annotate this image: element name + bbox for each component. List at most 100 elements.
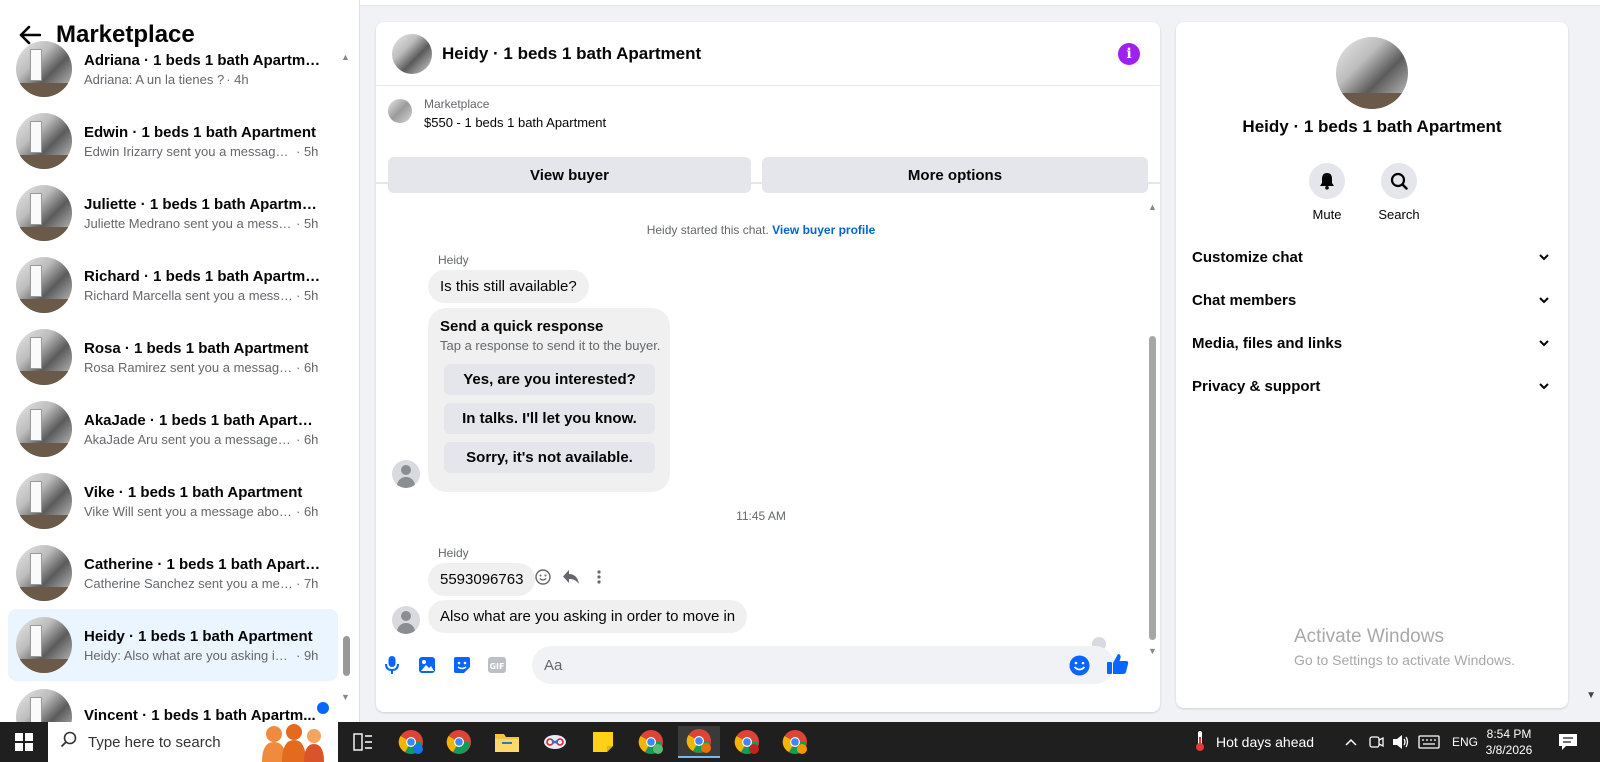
conversation-name: Rosa · 1 beds 1 bath Apartment <box>84 339 309 357</box>
sender-name: Heidy <box>438 546 469 560</box>
language-indicator[interactable]: ENG <box>1452 722 1478 762</box>
conversation-snippet: AkaJade Aru sent you a message a... <box>84 431 294 447</box>
gif-icon[interactable]: GIF <box>486 654 508 676</box>
scroll-down-icon[interactable]: ▼ <box>341 692 350 702</box>
details-avatar[interactable] <box>1336 37 1408 109</box>
sticky-notes-icon[interactable] <box>582 726 624 758</box>
conversation-item[interactable]: AkaJade · 1 beds 1 bath Apartme... AkaJa… <box>8 393 338 465</box>
keyboard-icon[interactable] <box>1418 722 1440 762</box>
scrollbar-thumb[interactable] <box>1149 336 1156 640</box>
buyer-avatar[interactable] <box>392 460 420 488</box>
row-label: Chat members <box>1192 291 1297 309</box>
scroll-up-icon[interactable]: ▲ <box>341 52 350 62</box>
conversation-time: · 5h <box>296 215 319 231</box>
listing-thumbnail[interactable] <box>388 99 412 123</box>
search-icon <box>60 731 78 754</box>
notification-center-icon[interactable] <box>1558 722 1578 762</box>
chat-started-notice: Heidy started this chat. View buyer prof… <box>376 223 1146 237</box>
chrome-profile-5-icon[interactable] <box>774 726 816 758</box>
privacy-support-row[interactable]: Privacy & support <box>1192 366 1552 406</box>
thermometer-icon <box>1194 730 1206 755</box>
task-view-icon[interactable] <box>342 726 384 758</box>
windows-start-icon[interactable] <box>0 722 48 762</box>
photo-icon[interactable] <box>416 654 438 676</box>
customize-chat-row[interactable]: Customize chat <box>1192 237 1552 277</box>
row-label: Customize chat <box>1192 248 1303 266</box>
chrome-profile-2-icon[interactable] <box>630 726 672 758</box>
message-input[interactable] <box>532 646 1114 684</box>
message-bubble[interactable]: Also what are you asking in order to mov… <box>428 600 748 633</box>
chat-started-text: Heidy started this chat. <box>646 223 769 237</box>
chat-avatar[interactable] <box>392 33 432 74</box>
conversation-snippet: Juliette Medrano sent you a messa... <box>84 215 294 231</box>
conversation-time: · 9h <box>296 647 319 663</box>
conversation-item[interactable]: Adriana · 1 beds 1 bath Apartment Adrian… <box>8 39 338 99</box>
chrome-profile-1-icon[interactable] <box>390 726 432 758</box>
quick-response-talks-button[interactable]: In talks. I'll let you know. <box>444 403 655 434</box>
message-actions <box>534 568 608 586</box>
chrome-profile-3-icon[interactable] <box>678 726 720 758</box>
buyer-avatar[interactable] <box>392 606 420 634</box>
sticker-icon[interactable] <box>451 654 473 676</box>
conversation-snippet: Heidy: Also what are you asking in ... <box>84 647 294 663</box>
listing-price-title[interactable]: $550 - 1 beds 1 bath Apartment <box>424 115 606 130</box>
bell-icon[interactable] <box>1309 163 1345 199</box>
conversation-item[interactable]: Richard · 1 beds 1 bath Apartment Richar… <box>8 249 338 321</box>
thumbs-up-icon[interactable] <box>1106 652 1130 676</box>
conversation-item[interactable]: Vike · 1 beds 1 bath Apartment Vike Will… <box>8 465 338 537</box>
conversation-name: Catherine · 1 beds 1 bath Apartm... <box>84 555 322 573</box>
chrome-profile-4-icon[interactable] <box>726 726 768 758</box>
system-clock[interactable]: 8:54 PM 3/8/2026 <box>1478 726 1540 758</box>
chrome-icon[interactable] <box>438 726 480 758</box>
chat-title[interactable]: Heidy · 1 beds 1 bath Apartment <box>442 44 701 64</box>
conversation-item[interactable]: Catherine · 1 beds 1 bath Apartm... Cath… <box>8 537 338 609</box>
sidebar-scrollbar[interactable]: ▲ ▼ <box>341 52 351 702</box>
react-icon[interactable] <box>534 568 552 586</box>
meet-now-icon[interactable] <box>1368 722 1384 762</box>
conversation-name: Juliette · 1 beds 1 bath Apartment <box>84 195 322 213</box>
snipping-tool-icon[interactable] <box>534 726 576 758</box>
quick-response-unavailable-button[interactable]: Sorry, it's not available. <box>444 442 655 473</box>
microphone-icon[interactable] <box>381 654 403 676</box>
chat-panel: Heidy · 1 beds 1 bath Apartment i Market… <box>376 22 1160 712</box>
page-scroll-down-icon[interactable]: ▼ <box>1586 690 1596 701</box>
scrollbar-thumb[interactable] <box>343 636 350 676</box>
message-thread: Heidy started this chat. View buyer prof… <box>376 186 1160 666</box>
watermark-line-2: Go to Settings to activate Windows. <box>1294 652 1515 668</box>
listing-avatar <box>16 545 72 601</box>
reply-icon[interactable] <box>562 568 580 586</box>
scroll-up-icon[interactable]: ▲ <box>1148 202 1157 212</box>
marketplace-label: Marketplace <box>424 97 490 111</box>
clock-date: 3/8/2026 <box>1485 743 1533 757</box>
search-highlight-illustration-icon <box>256 724 336 762</box>
file-explorer-icon[interactable] <box>486 726 528 758</box>
conversation-item[interactable]: Vincent · 1 beds 1 bath Apartm... <box>8 681 338 722</box>
chat-members-row[interactable]: Chat members <box>1192 280 1552 320</box>
tray-chevron-up-icon[interactable] <box>1344 722 1358 762</box>
listing-avatar <box>16 185 72 241</box>
conversation-name: AkaJade · 1 beds 1 bath Apartme... <box>84 411 322 429</box>
details-name: Heidy · 1 beds 1 bath Apartment <box>1242 117 1502 136</box>
message-bubble[interactable]: 5593096763 <box>428 563 536 596</box>
conversation-time: · 6h <box>296 503 319 519</box>
conversation-item[interactable]: Juliette · 1 beds 1 bath Apartment Julie… <box>8 177 338 249</box>
conversation-item[interactable]: Rosa · 1 beds 1 bath Apartment Rosa Rami… <box>8 321 338 393</box>
search-icon[interactable] <box>1381 163 1417 199</box>
info-icon[interactable]: i <box>1118 43 1140 65</box>
mute-action[interactable]: Mute <box>1297 163 1357 222</box>
view-buyer-profile-link[interactable]: View buyer profile <box>772 223 875 237</box>
conversation-snippet: Vike Will sent you a message about... <box>84 503 294 519</box>
more-icon[interactable] <box>590 568 608 586</box>
search-action[interactable]: Search <box>1369 163 1429 222</box>
conversation-time: · 6h <box>296 431 319 447</box>
emoji-icon[interactable] <box>1068 654 1090 676</box>
quick-response-yes-button[interactable]: Yes, are you interested? <box>444 364 655 395</box>
message-bubble[interactable]: Is this still available? <box>428 270 589 303</box>
weather-widget[interactable]: Hot days ahead <box>1194 722 1314 762</box>
volume-icon[interactable] <box>1392 722 1410 762</box>
media-files-links-row[interactable]: Media, files and links <box>1192 323 1552 363</box>
conversation-item[interactable]: Edwin · 1 beds 1 bath Apartment Edwin Ir… <box>8 105 338 177</box>
conversation-name: Heidy · 1 beds 1 bath Apartment <box>84 627 313 645</box>
conversation-item-active[interactable]: Heidy · 1 beds 1 bath Apartment Heidy: A… <box>8 609 338 681</box>
chat-scrollbar[interactable]: ▲ ▼ <box>1148 202 1158 656</box>
